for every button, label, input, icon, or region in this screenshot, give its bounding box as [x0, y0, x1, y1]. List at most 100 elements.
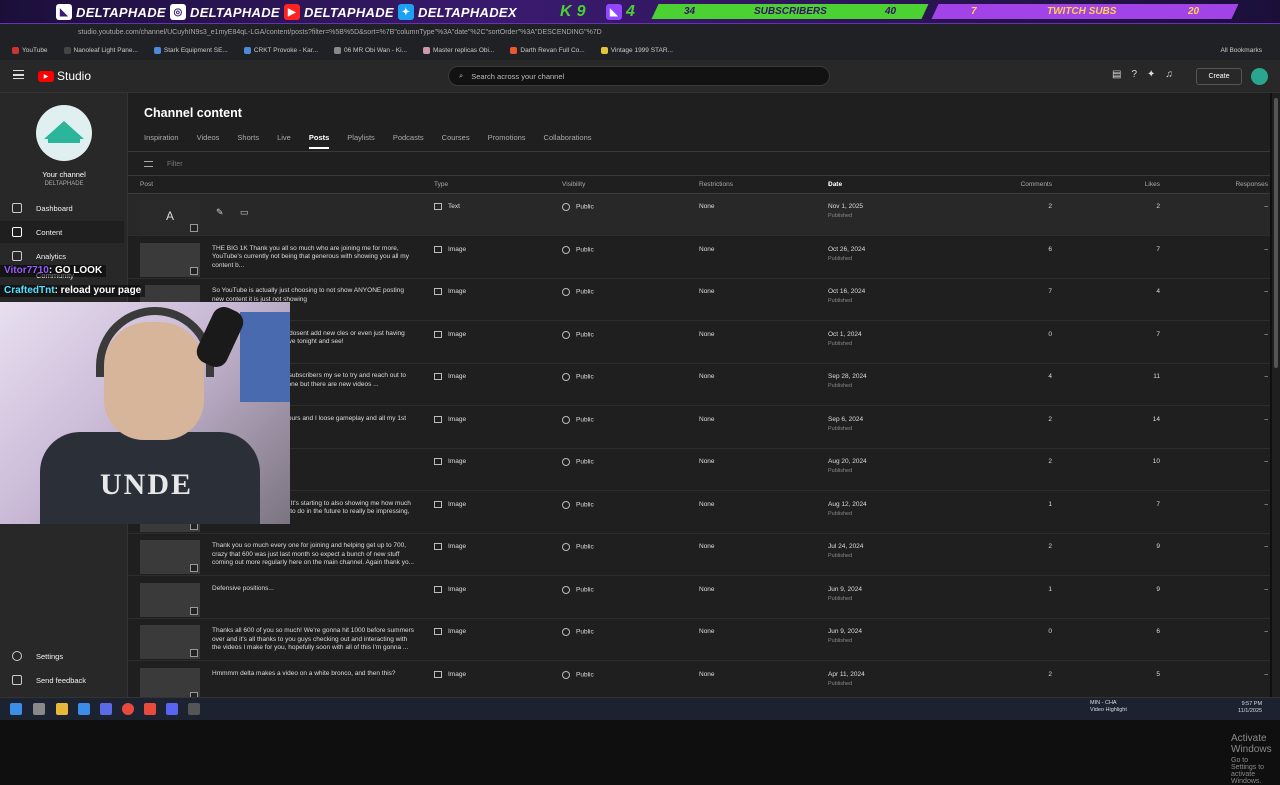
studio-logo[interactable]: ▶ Studio [38, 69, 91, 83]
table-row[interactable]: ew subscribers this month! It's starting… [128, 492, 1270, 534]
post-visibility[interactable]: Public [562, 585, 594, 594]
post-visibility[interactable]: Public [562, 245, 594, 254]
globe-icon [562, 543, 570, 551]
open-post-icon[interactable] [190, 224, 198, 232]
table-row[interactable]: A ✎ ▭ Text Public None Nov 1, 2025 Published 2 2 – [128, 194, 1270, 236]
chrome-icon[interactable] [122, 703, 134, 715]
tab-inspiration[interactable]: Inspiration [144, 133, 188, 149]
tab-promotions[interactable]: Promotions [488, 133, 535, 149]
search-input[interactable]: ⌕ Search across your channel [448, 66, 830, 86]
post-comments: 2 [1048, 670, 1052, 678]
post-thumbnail[interactable]: A [140, 200, 200, 234]
post-visibility[interactable]: Public [562, 288, 594, 296]
post-status: Published [828, 298, 853, 304]
sidebar-item-dashboard[interactable]: Dashboard [0, 197, 124, 219]
table-row[interactable]: ave live streams over 12 hours and I loo… [128, 407, 1270, 449]
table-row[interactable]: othin but factsImagePublicNoneAug 20, 20… [128, 449, 1270, 491]
tab-posts[interactable]: Posts [308, 133, 338, 149]
open-post-icon[interactable] [190, 649, 198, 657]
comments-icon[interactable]: ▭ [240, 207, 250, 217]
filter-bar[interactable]: Filter [144, 157, 183, 171]
post-visibility[interactable]: Public [562, 203, 594, 211]
file-explorer-icon[interactable] [56, 703, 68, 715]
tab-shorts[interactable]: Shorts [237, 133, 268, 149]
image-icon [434, 543, 442, 550]
tab-collaborations[interactable]: Collaborations [544, 133, 601, 149]
bookmark-obiwan[interactable]: 06 MR Obi Wan - Ki... [328, 46, 413, 54]
edit-icon[interactable]: ✎ [216, 207, 226, 217]
table-row[interactable]: isn't jaw dropping and and dosent add ne… [128, 322, 1270, 364]
menu-icon[interactable] [13, 70, 24, 79]
all-bookmarks[interactable]: All Bookmarks [1214, 47, 1268, 54]
table-row[interactable]: tirely stopped showing my subscribers my… [128, 364, 1270, 406]
post-thumbnail[interactable] [140, 582, 200, 617]
system-clock[interactable]: 9:57 PM 11/1/2025 [1238, 701, 1262, 715]
search-taskbar-icon[interactable] [33, 703, 45, 715]
tab-podcasts[interactable]: Podcasts [393, 133, 433, 149]
account-avatar[interactable] [1251, 68, 1268, 85]
bookmark-vintage[interactable]: Vintage 1999 STAR... [595, 46, 679, 54]
scrollbar[interactable] [1272, 93, 1280, 697]
tray-subtitle: Video Highlight [1090, 707, 1127, 713]
post-type: Image [434, 458, 466, 465]
post-visibility[interactable]: Public [562, 415, 594, 424]
sidebar-item-settings[interactable]: Settings [0, 645, 124, 667]
sidebar-item-content[interactable]: Content [0, 221, 124, 243]
post-visibility[interactable]: Public [562, 543, 594, 551]
notifications-icon[interactable]: ♫ [1165, 69, 1173, 80]
post-thumbnail[interactable] [140, 540, 200, 574]
help-icon[interactable]: ? [1131, 69, 1137, 80]
post-restrictions: None [699, 585, 715, 593]
bookmark-darth-revan[interactable]: Darth Revan Full Co... [504, 46, 590, 54]
channel-avatar[interactable] [36, 105, 92, 161]
post-visibility[interactable]: Public [562, 628, 594, 636]
windows-start-icon[interactable] [10, 703, 22, 715]
messages-icon[interactable]: ▤ [1112, 69, 1121, 80]
sparkle-icon[interactable]: ✦ [1147, 69, 1155, 80]
scrollbar-thumb[interactable] [1274, 98, 1278, 368]
tab-live[interactable]: Live [277, 133, 300, 149]
tab-playlists[interactable]: Playlists [347, 133, 384, 149]
post-thumbnail[interactable] [140, 242, 200, 277]
tab-videos[interactable]: Videos [197, 133, 229, 149]
twitter-icon: ✦ [398, 4, 414, 20]
post-date: Aug 12, 2024 [828, 500, 867, 508]
sidebar-item-analytics[interactable]: Analytics [0, 245, 124, 267]
address-bar[interactable]: studio.youtube.com/channel/UCuyhIN9s3_e1… [0, 24, 1280, 41]
post-visibility[interactable]: Public [562, 458, 594, 466]
bookmark-youtube[interactable]: YouTube [6, 46, 54, 54]
table-row[interactable]: Defensive positions... Image Public None Jun… [128, 577, 1270, 619]
open-post-icon[interactable] [190, 564, 198, 572]
content-icon [12, 227, 22, 237]
open-post-icon[interactable] [190, 606, 198, 615]
table-row[interactable]: Thanks all 600 of you so much! We're gon… [128, 619, 1270, 661]
app-icon[interactable] [188, 703, 200, 715]
post-thumbnail[interactable] [140, 625, 200, 659]
create-button[interactable]: Create [1196, 68, 1242, 85]
sidebar-item-feedback[interactable]: Send feedback [0, 669, 124, 691]
post-visibility[interactable]: Public [562, 373, 594, 381]
post-visibility[interactable]: Public [562, 670, 594, 679]
bookmark-master-replicas[interactable]: Master replicas Obi... [417, 46, 500, 54]
app-icon[interactable] [100, 703, 112, 715]
filter-input[interactable]: Filter [167, 161, 183, 168]
globe-icon [562, 585, 570, 594]
app-icon[interactable] [78, 703, 90, 715]
bookmark-stark[interactable]: Stark Equipment SE... [148, 46, 234, 54]
bookmark-nanoleaf[interactable]: Nanoleaf Light Pane... [58, 46, 144, 54]
discord-icon[interactable] [166, 703, 178, 715]
filter-icon[interactable] [144, 161, 153, 167]
subs-goal: 40 [884, 6, 896, 17]
tray-notification[interactable]: MIN - CHA Video Highlight [1090, 700, 1127, 714]
tab-courses[interactable]: Courses [442, 133, 479, 149]
post-visibility[interactable]: Public [562, 330, 594, 339]
globe-icon [562, 458, 570, 466]
main-content: Channel content Inspiration Videos Short… [128, 93, 1272, 785]
post-visibility[interactable]: Public [562, 500, 594, 509]
bookmark-crkt[interactable]: CRKT Provoke - Kar... [238, 46, 324, 54]
table-row[interactable]: THE BIG 1K Thank you all so much who are… [128, 237, 1270, 279]
table-row[interactable]: So YouTube is actually just choosing to … [128, 279, 1270, 321]
app-icon[interactable] [144, 703, 156, 715]
open-post-icon[interactable] [190, 266, 198, 275]
table-row[interactable]: Thank you so much every one for joining … [128, 534, 1270, 576]
